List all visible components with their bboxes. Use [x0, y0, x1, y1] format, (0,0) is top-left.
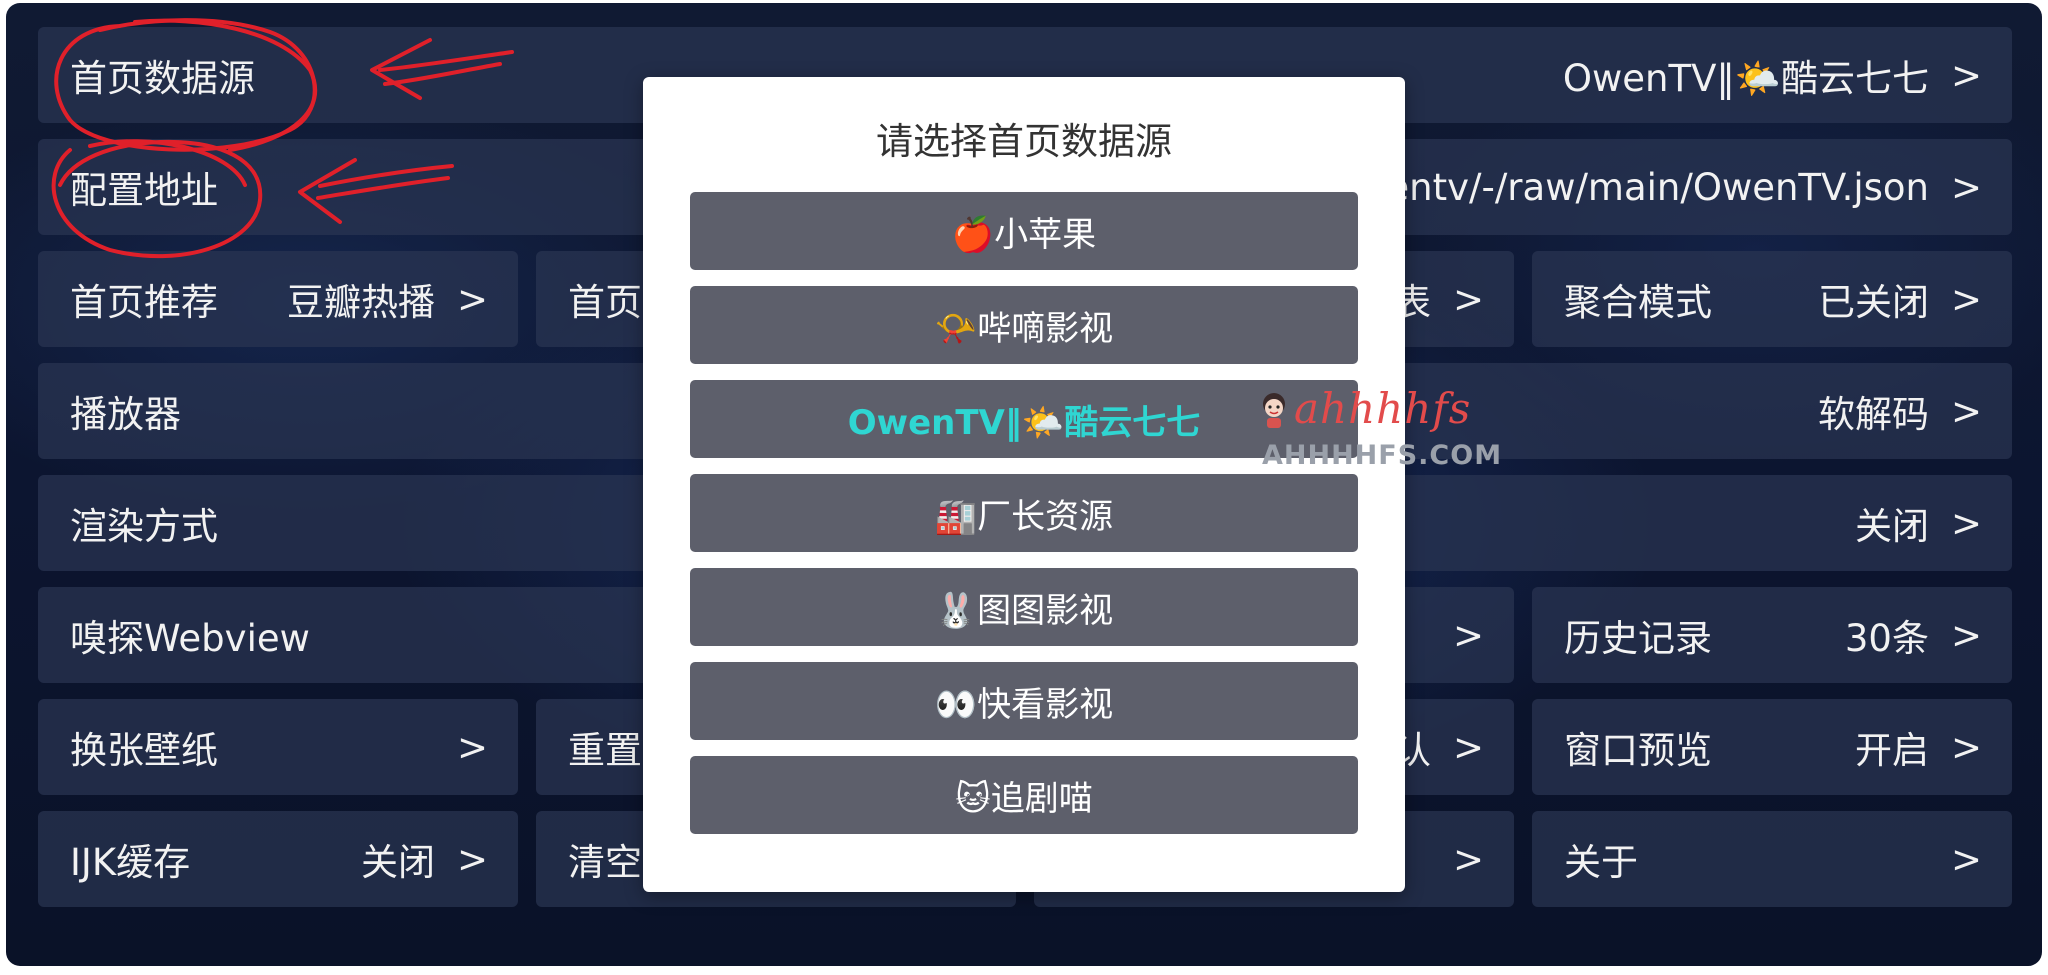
setting-value: 关闭 [1854, 505, 1929, 548]
setting-label: 播放器 [70, 393, 181, 436]
setting-value: 开启 [1854, 729, 1929, 772]
setting-value: 已关闭 [1817, 281, 1929, 324]
setting-value: 软解码 [1817, 393, 1929, 436]
setting-label: 渲染方式 [70, 505, 218, 548]
chevron-right-icon: > [1950, 53, 1982, 97]
chevron-right-icon: > [1452, 277, 1484, 321]
setting-label: 清空 [568, 841, 642, 884]
watermark-url: AHHHHFS.COM [1262, 440, 1503, 471]
setting-label: 首页数据源 [70, 57, 255, 100]
setting-value: 豆瓣热播 [286, 281, 435, 324]
setting-label: 首页 [568, 281, 642, 324]
setting-aggregate-mode[interactable]: 聚合模式 已关闭 > [1532, 251, 2012, 347]
setting-label: 换张壁纸 [70, 729, 218, 772]
chevron-right-icon: > [1452, 613, 1484, 657]
source-select-dialog: 请选择首页数据源 🍎小苹果 📯哔嘀影视 OwenTV‖🌤️酷云七七 🏭厂长资源 … [643, 77, 1405, 892]
setting-label: 关于 [1564, 841, 1638, 884]
dialog-title: 请选择首页数据源 [876, 120, 1172, 163]
chevron-right-icon: > [1950, 501, 1982, 545]
setting-ijk-cache[interactable]: IJK缓存 关闭 > [38, 811, 518, 907]
setting-label: IJK缓存 [70, 841, 191, 884]
chevron-right-icon: > [1452, 725, 1484, 769]
source-option[interactable]: 👀快看影视 [690, 662, 1358, 740]
setting-about[interactable]: 关于 > [1532, 811, 2012, 907]
setting-value: wentv/-/raw/main/OwenTV.json [1356, 165, 1929, 209]
source-option[interactable]: 📯哔嘀影视 [690, 286, 1358, 364]
setting-value: OwenTV‖🌤️酷云七七 [1562, 57, 1929, 100]
source-option[interactable]: 🍎小苹果 [690, 192, 1358, 270]
chevron-right-icon: > [456, 837, 488, 881]
setting-wallpaper[interactable]: 换张壁纸 > [38, 699, 518, 795]
chevron-right-icon: > [1452, 837, 1484, 881]
source-option[interactable]: 🏭厂长资源 [690, 474, 1358, 552]
source-option[interactable]: 🐱追剧喵 [690, 756, 1358, 834]
setting-label: 嗅探Webview [70, 617, 310, 660]
chevron-right-icon: > [1950, 837, 1982, 881]
setting-history[interactable]: 历史记录 30条 > [1532, 587, 2012, 683]
chevron-right-icon: > [1950, 277, 1982, 321]
chevron-right-icon: > [1950, 165, 1982, 209]
setting-window-preview[interactable]: 窗口预览 开启 > [1532, 699, 2012, 795]
chevron-right-icon: > [1950, 725, 1982, 769]
chevron-right-icon: > [456, 725, 488, 769]
setting-label: 历史记录 [1564, 617, 1712, 660]
chevron-right-icon: > [456, 277, 488, 321]
watermark: ahhhhfs AHHHHFS.COM [1258, 384, 1528, 474]
watermark-text: ahhhhfs [1294, 384, 1472, 433]
setting-label: 首页推荐 [70, 281, 218, 324]
setting-label: 窗口预览 [1564, 729, 1712, 772]
chevron-right-icon: > [1950, 613, 1982, 657]
chevron-right-icon: > [1950, 389, 1982, 433]
source-option[interactable]: 🐰图图影视 [690, 568, 1358, 646]
setting-label: 配置地址 [70, 169, 218, 212]
setting-label: 聚合模式 [1564, 281, 1712, 324]
setting-value: 关闭 [360, 841, 435, 884]
setting-value: 30条 [1844, 617, 1929, 660]
mascot-icon [1263, 393, 1285, 428]
setting-label: 重置 [568, 729, 642, 772]
setting-home-recommend[interactable]: 首页推荐 豆瓣热播 > [38, 251, 518, 347]
